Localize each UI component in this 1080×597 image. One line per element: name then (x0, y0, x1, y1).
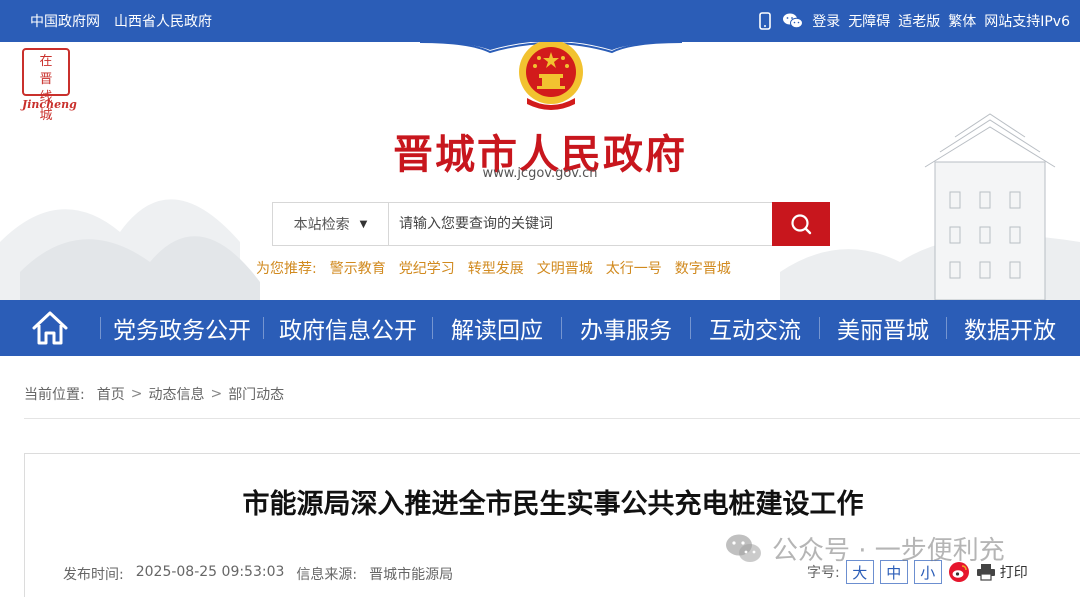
publish-time-label: 发布时间: (63, 567, 124, 583)
breadcrumb-label: 当前位置: (24, 387, 85, 403)
recommend-bar: 为您推荐: 警示教育 党纪学习 转型发展 文明晋城 太行一号 数字晋城 (256, 258, 731, 278)
home-icon (32, 311, 68, 345)
printer-icon (976, 564, 995, 581)
breadcrumb-dynamic-info[interactable]: 动态信息 (148, 384, 204, 404)
ipv6-link[interactable]: 网站支持IPv6 (984, 11, 1070, 31)
main-nav: 党务政务公开 政府信息公开 解读回应 办事服务 互动交流 美丽晋城 数据开放 (0, 300, 1080, 356)
recommend-link[interactable]: 党纪学习 (399, 258, 455, 278)
link-shanxi-gov[interactable]: 山西省人民政府 (114, 11, 212, 31)
jincheng-online-logo[interactable]: 在 晋 线 城 Jincheng (22, 48, 77, 123)
accessibility-link[interactable]: 无障碍 (848, 11, 890, 31)
print-label: 打印 (999, 565, 1028, 581)
top-tools: 登录 无障碍 适老版 繁体 网站支持IPv6 (756, 0, 1070, 42)
wechat-icon[interactable] (782, 12, 804, 30)
elderly-mode-link[interactable]: 适老版 (898, 11, 940, 31)
fontsize-medium-button[interactable]: 中 (879, 560, 908, 584)
search-scope-select[interactable]: 本站检索 ▼ (273, 203, 389, 245)
nav-item-services[interactable]: 办事服务 (562, 300, 690, 356)
search-bar: 本站检索 ▼ (272, 202, 830, 246)
caret-down-icon: ▼ (359, 218, 368, 230)
top-links: 中国政府网 山西省人民政府 (30, 0, 212, 42)
breadcrumb-separator: > (130, 386, 143, 402)
breadcrumb-separator: > (210, 386, 223, 402)
article-tools: 字号: 大 中 小 打印 (807, 560, 1028, 584)
search-icon (791, 214, 812, 235)
search-button[interactable] (772, 202, 830, 246)
recommend-link[interactable]: 数字晋城 (675, 258, 731, 278)
nav-home[interactable] (0, 300, 100, 356)
breadcrumb: 当前位置: 首页 > 动态信息 > 部门动态 (24, 384, 284, 404)
source-label: 信息来源: (296, 567, 358, 583)
recommend-label: 为您推荐: (256, 261, 317, 277)
logo-seal-mark: 在 晋 线 城 (22, 48, 70, 123)
seal-char: 在 (39, 54, 53, 69)
link-china-gov[interactable]: 中国政府网 (30, 11, 100, 31)
fontsize-large-button[interactable]: 大 (845, 560, 874, 584)
recommend-link[interactable]: 文明晋城 (537, 258, 593, 278)
top-bar: 中国政府网 山西省人民政府 登录 无障碍 适老版 繁体 网站支持IPv6 (0, 0, 1080, 42)
mobile-icon[interactable] (756, 12, 774, 30)
site-url: www.jcgov.gov.cn (482, 166, 598, 181)
article-meta: 发布时间: 2025-08-25 09:53:03 信息来源: 晋城市能源局 (63, 564, 453, 584)
seal-char: 晋 (39, 72, 53, 87)
site-header: 在 晋 线 城 Jincheng 晋城市人民政府 www.jcgov.gov.c… (0, 42, 1080, 300)
traditional-chinese-link[interactable]: 繁体 (948, 11, 976, 31)
breadcrumb-home[interactable]: 首页 (97, 384, 125, 404)
source-value: 晋城市能源局 (369, 567, 454, 583)
nav-item-beautiful-jincheng[interactable]: 美丽晋城 (820, 300, 946, 356)
recommend-link[interactable]: 警示教育 (330, 258, 386, 278)
national-emblem-icon (519, 42, 583, 110)
breadcrumb-divider (24, 418, 1080, 419)
recommend-link[interactable]: 转型发展 (468, 258, 524, 278)
nav-item-interpretation[interactable]: 解读回应 (433, 300, 561, 356)
weibo-share-icon[interactable] (948, 561, 970, 583)
nav-item-interaction[interactable]: 互动交流 (691, 300, 819, 356)
publish-time: 2025-08-25 09:53:03 (135, 564, 285, 580)
login-link[interactable]: 登录 (812, 11, 840, 31)
article-panel: 市能源局深入推进全市民生实事公共充电桩建设工作 发布时间: 2025-08-25… (24, 453, 1080, 597)
breadcrumb-dept-news[interactable]: 部门动态 (228, 384, 284, 404)
nav-item-open-data[interactable]: 数据开放 (947, 300, 1056, 356)
recommend-link[interactable]: 太行一号 (606, 258, 662, 278)
nav-item-party-gov-affairs[interactable]: 党务政务公开 (101, 300, 263, 356)
print-button[interactable]: 打印 (976, 562, 1028, 582)
logo-subtitle: Jincheng (22, 98, 77, 111)
fontsize-label: 字号: (807, 565, 840, 581)
nav-item-gov-info[interactable]: 政府信息公开 (264, 300, 432, 356)
article-title: 市能源局深入推进全市民生实事公共充电桩建设工作 (242, 489, 864, 520)
fontsize-small-button[interactable]: 小 (913, 560, 942, 584)
search-scope-label: 本站检索 (293, 217, 350, 233)
search-input[interactable] (389, 203, 772, 245)
